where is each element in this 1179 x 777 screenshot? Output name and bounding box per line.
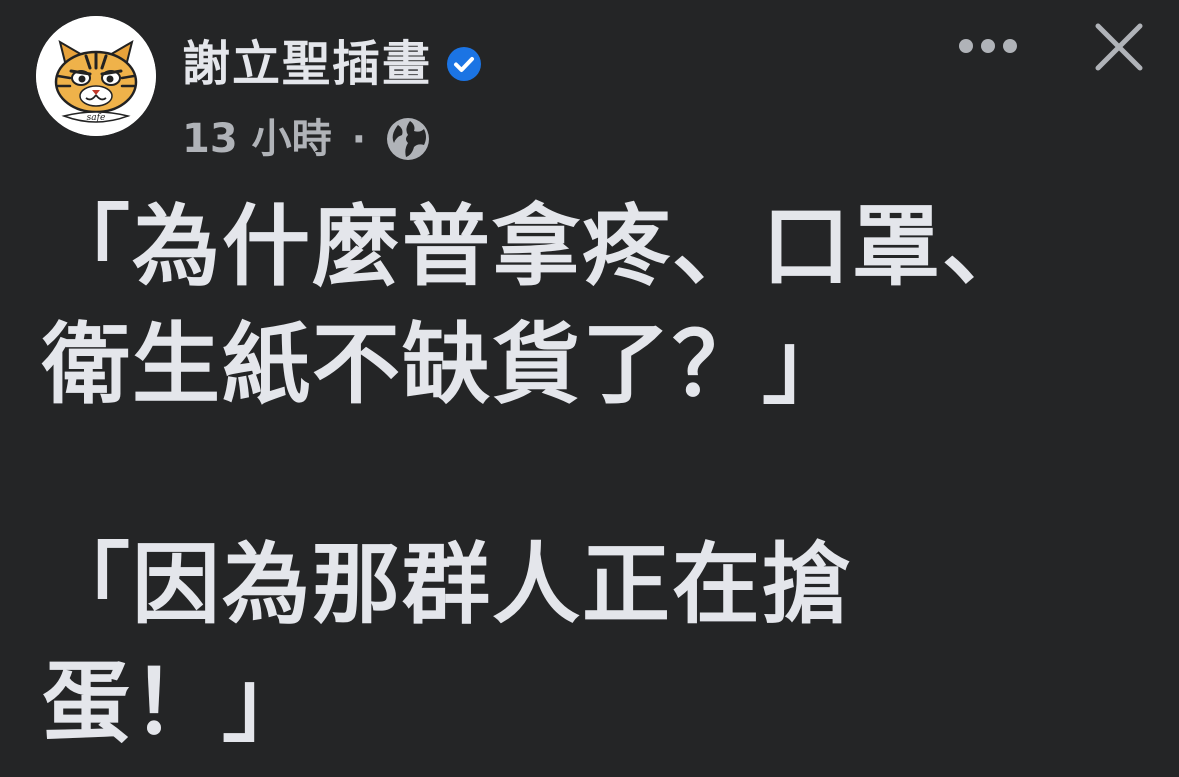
cat-avatar-image: safe	[36, 16, 156, 136]
post-text-line: 「因為那群人正在搶	[42, 533, 853, 636]
post-body: 「為什麼普拿疼、口罩、 衛生紙不缺貨了？」 「因為那群人正在搶 蛋！」	[42, 188, 1142, 762]
close-button[interactable]	[1090, 18, 1148, 76]
post-meta: 13 小時 ·	[182, 112, 432, 166]
verified-badge-icon	[446, 46, 482, 82]
author-row: 謝立聖插畫	[182, 34, 482, 94]
avatar-logo-text: safe	[87, 113, 106, 123]
avatar[interactable]: safe	[36, 16, 156, 136]
meta-separator: ·	[351, 117, 367, 161]
globe-icon[interactable]	[384, 115, 432, 163]
post-text-line: 「為什麼普拿疼、口罩、	[42, 195, 1033, 298]
author-name[interactable]: 謝立聖插畫	[182, 40, 432, 88]
more-horizontal-icon	[959, 39, 1017, 53]
more-options-button[interactable]	[956, 26, 1020, 66]
post-text-line: 蛋！」	[42, 651, 313, 754]
post-timestamp[interactable]: 13 小時	[182, 119, 332, 159]
post-card: safe 謝立聖插畫 13 小時 · 「為什麼普拿疼、口罩、 衛生紙不缺貨了？」…	[0, 0, 1179, 777]
close-icon	[1095, 23, 1143, 71]
post-text-line: 衛生紙不缺貨了？」	[42, 313, 853, 416]
